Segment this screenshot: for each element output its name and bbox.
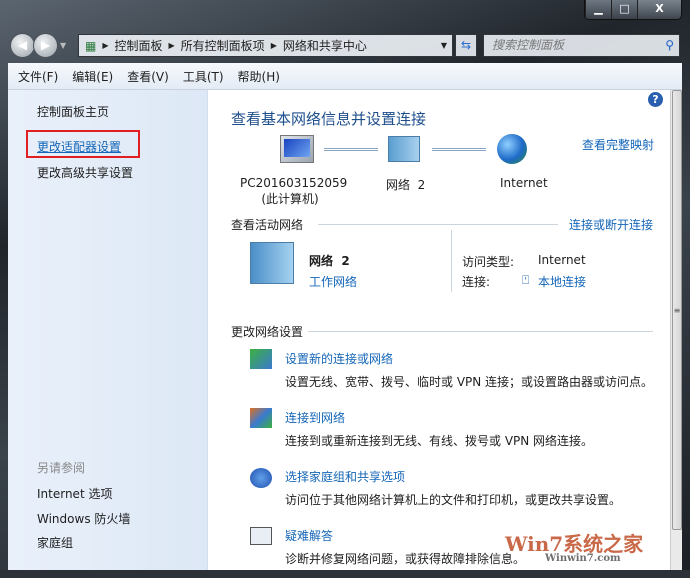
connection-label: 连接: xyxy=(462,275,491,289)
see-also-heading: 另请参阅 xyxy=(37,461,86,475)
help-icon[interactable]: ? xyxy=(648,92,663,107)
network-name: 网络 2 xyxy=(386,178,426,192)
menu-edit[interactable]: 编辑(E) xyxy=(72,68,113,85)
forward-button[interactable]: ▶ xyxy=(33,33,58,58)
connection-line xyxy=(324,148,378,151)
content-pane: ? 查看基本网络信息并设置连接 查看完整映射 PC201603152059 (此计… xyxy=(208,90,670,570)
homegroup-icon xyxy=(250,468,272,488)
menu-help[interactable]: 帮助(H) xyxy=(238,68,280,85)
sidebar-advanced-sharing[interactable]: 更改高级共享设置 xyxy=(37,164,133,181)
view-full-map-link[interactable]: 查看完整映射 xyxy=(582,136,654,153)
vertical-scrollbar[interactable]: ≡ xyxy=(670,90,682,570)
breadcrumb-control-panel[interactable]: 控制面板 xyxy=(115,37,163,54)
task-description: 设置无线、宽带、拨号、临时或 VPN 连接；或设置路由器或访问点。 xyxy=(285,375,654,389)
close-button[interactable]: X xyxy=(637,0,681,19)
chevron-right-icon[interactable]: ▶ xyxy=(169,41,175,50)
sidebar: 控制面板主页 更改适配器设置 更改高级共享设置 另请参阅 Internet 选项… xyxy=(8,90,208,570)
local-connection-link[interactable]: 本地连接 xyxy=(538,273,586,290)
maximize-button[interactable]: □ xyxy=(611,0,637,19)
task-connect-network-link[interactable]: 连接到网络 xyxy=(285,409,345,426)
menu-tools[interactable]: 工具(T) xyxy=(183,68,224,85)
back-button[interactable]: ◀ xyxy=(10,33,35,58)
task-new-connection-link[interactable]: 设置新的连接或网络 xyxy=(285,350,393,367)
address-bar[interactable]: ▦ ▶ 控制面板 ▶ 所有控制面板项 ▶ 网络和共享中心 ▼ xyxy=(78,34,453,57)
globe-icon[interactable] xyxy=(497,134,527,164)
recent-pages-dropdown[interactable]: ▼ xyxy=(60,41,66,50)
task-description: 访问位于其他网络计算机上的文件和打印机，或更改共享设置。 xyxy=(285,493,622,507)
access-type-value: Internet xyxy=(538,253,586,267)
connection-line xyxy=(432,148,486,151)
sidebar-change-adapter-settings[interactable]: 更改适配器设置 xyxy=(37,138,121,155)
computer-name: PC201603152059 (此计算机) xyxy=(240,176,348,206)
computer-icon[interactable] xyxy=(280,135,314,163)
search-icon[interactable]: ⚲ xyxy=(665,35,674,56)
see-also-homegroup[interactable]: 家庭组 xyxy=(37,534,73,551)
sidebar-control-panel-home[interactable]: 控制面板主页 xyxy=(37,103,109,120)
caption-buttons: ▁ □ X xyxy=(584,0,682,20)
nav-buttons: ◀ ▶ ▼ xyxy=(10,33,66,58)
see-also-firewall[interactable]: Windows 防火墙 xyxy=(37,510,130,527)
connect-network-icon xyxy=(250,408,272,428)
refresh-button[interactable]: ⇆ xyxy=(455,34,477,57)
chevron-right-icon[interactable]: ▶ xyxy=(102,41,108,50)
new-connection-icon xyxy=(250,349,272,369)
menu-view[interactable]: 查看(V) xyxy=(127,68,169,85)
network-type-link[interactable]: 工作网络 xyxy=(309,273,357,290)
task-description: 诊断并修复网络问题，或获得故障排除信息。 xyxy=(285,552,526,566)
search-placeholder: 搜索控制面板 xyxy=(492,38,565,52)
scrollbar-thumb[interactable]: ≡ xyxy=(672,90,682,530)
control-panel-icon: ▦ xyxy=(85,38,97,53)
access-type-label: 访问类型: xyxy=(462,255,515,269)
task-troubleshoot-link[interactable]: 疑难解答 xyxy=(285,527,333,544)
task-description: 连接到或重新连接到无线、有线、拨号或 VPN 网络连接。 xyxy=(285,434,594,448)
menu-file[interactable]: 文件(F) xyxy=(18,68,58,85)
breadcrumb-network-center[interactable]: 网络和共享中心 xyxy=(283,37,367,54)
minimize-button[interactable]: ▁ xyxy=(585,0,611,19)
page-title: 查看基本网络信息并设置连接 xyxy=(231,110,427,128)
chevron-right-icon[interactable]: ▶ xyxy=(271,41,277,50)
see-also-internet-options[interactable]: Internet 选项 xyxy=(37,485,112,502)
task-homegroup-link[interactable]: 选择家庭组和共享选项 xyxy=(285,468,405,485)
troubleshoot-icon xyxy=(250,527,272,545)
breadcrumb-all-items[interactable]: 所有控制面板项 xyxy=(181,37,265,54)
internet-label: Internet xyxy=(500,176,548,190)
search-input[interactable]: 搜索控制面板 ⚲ xyxy=(483,34,680,57)
change-settings-heading: 更改网络设置 xyxy=(231,325,304,339)
menu-bar: 文件(F) 编辑(E) 查看(V) 工具(T) 帮助(H) xyxy=(8,63,682,90)
watermark-logo: Win7系统之家 Winwin7.com xyxy=(505,532,644,564)
ethernet-icon: ⍞ xyxy=(522,273,530,287)
network-icon[interactable] xyxy=(388,136,420,162)
connect-disconnect-link[interactable]: 连接或断开连接 xyxy=(569,216,653,233)
window-bottom-border xyxy=(0,570,690,578)
address-dropdown-icon[interactable]: ▼ xyxy=(441,41,447,50)
active-networks-heading: 查看活动网络 xyxy=(231,218,304,232)
active-network-name: 网络 2 xyxy=(309,254,350,268)
network-building-icon xyxy=(250,242,294,284)
